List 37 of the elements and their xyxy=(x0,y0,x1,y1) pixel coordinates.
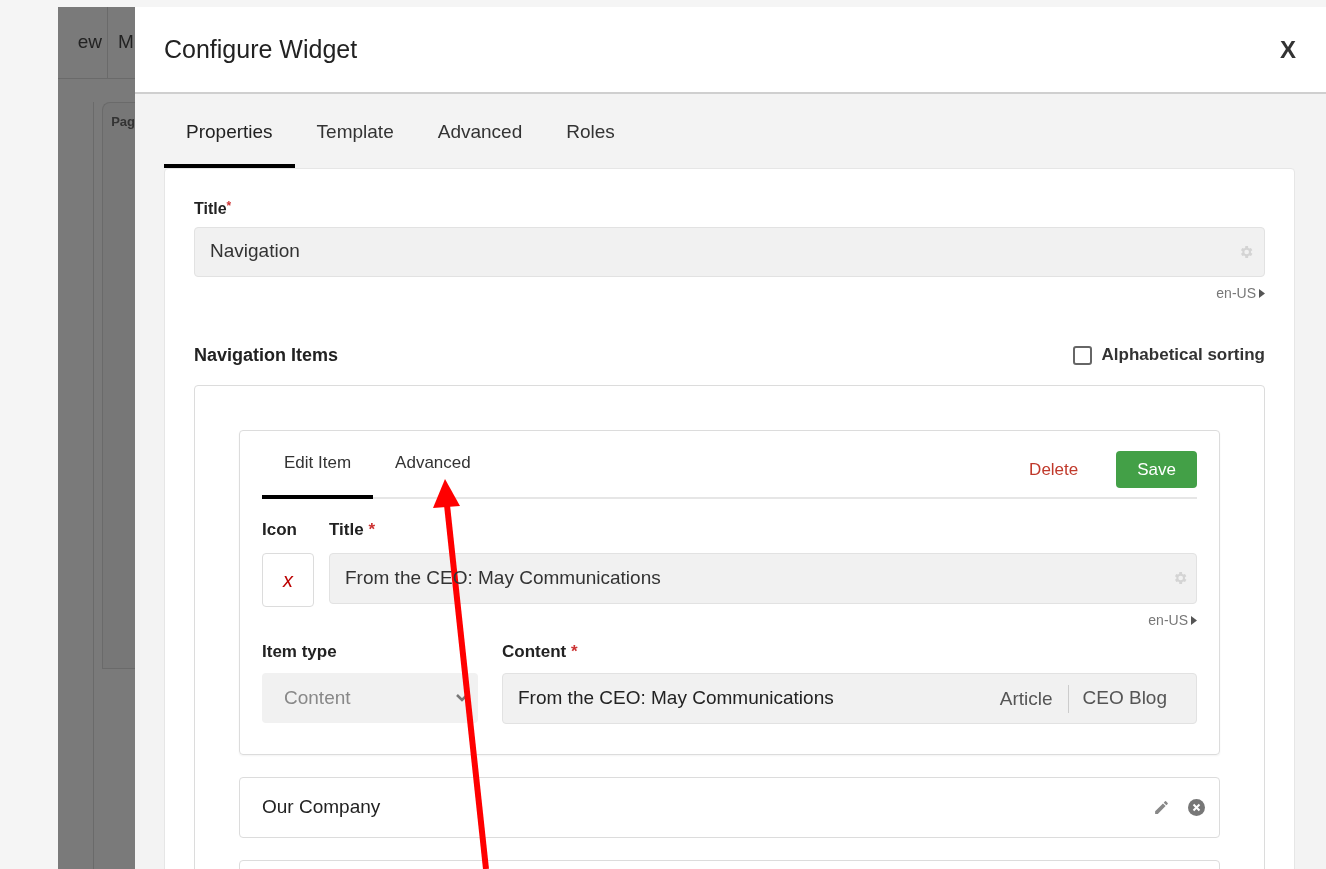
list-item-card[interactable]: Our Company xyxy=(239,777,1220,838)
icon-picker[interactable]: x xyxy=(262,552,314,607)
caret-icon xyxy=(1191,615,1197,625)
tab[interactable]: Edit Item xyxy=(262,445,374,499)
tab[interactable]: Advanced xyxy=(373,445,493,499)
content-source: CEO Blog xyxy=(1081,686,1167,711)
delete-link[interactable]: Delete xyxy=(1029,456,1079,483)
remove-icon[interactable] xyxy=(1188,799,1205,816)
field-label: Icon xyxy=(262,519,298,541)
pencil-icon[interactable] xyxy=(1153,799,1170,816)
checkbox-label: Alphabetical sorting xyxy=(1101,344,1265,367)
required-mark: * xyxy=(226,198,232,213)
menu-item[interactable]: ew xyxy=(58,7,108,78)
chevron-down-icon xyxy=(456,694,468,702)
field-label: Item type xyxy=(262,640,338,663)
content-input[interactable]: From the CEO: May Communications Article CEO Blog xyxy=(502,673,1197,724)
tab[interactable]: Roles xyxy=(544,118,637,168)
field-label: Content xyxy=(502,641,567,661)
required-mark: * xyxy=(570,641,578,661)
caret-icon xyxy=(1259,288,1265,298)
content-type: Article xyxy=(999,684,1069,713)
title-input[interactable]: Navigation xyxy=(194,226,1265,277)
locale-toggle[interactable]: en-US xyxy=(1216,282,1265,304)
tab[interactable]: Advanced xyxy=(415,118,545,168)
gear-icon xyxy=(1238,243,1254,260)
required-mark: * xyxy=(368,520,375,539)
menu-item[interactable]: M xyxy=(108,7,134,78)
tab[interactable]: Template xyxy=(294,118,416,168)
field-label: Title xyxy=(194,199,227,217)
checkbox[interactable] xyxy=(1072,345,1092,365)
locale-toggle[interactable]: en-US xyxy=(1148,609,1197,631)
close-button[interactable]: X xyxy=(1280,31,1296,68)
section-heading: Navigation Items xyxy=(194,343,339,367)
dialog-title: Configure Widget xyxy=(164,33,358,65)
gear-icon xyxy=(1172,570,1188,586)
field-label: Title xyxy=(329,520,364,539)
panel-title: Pag xyxy=(111,114,135,129)
